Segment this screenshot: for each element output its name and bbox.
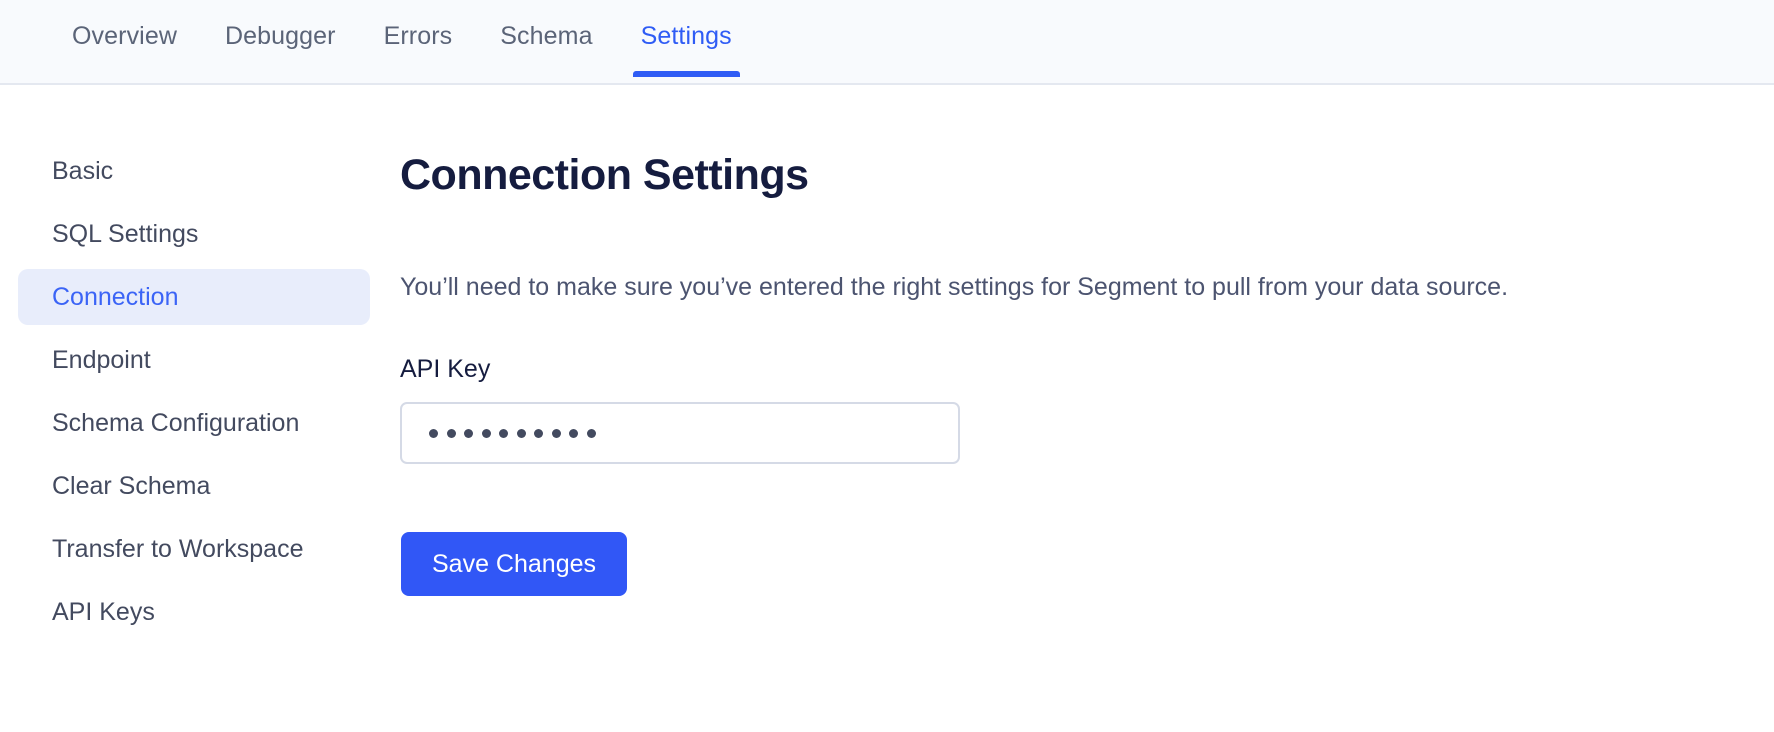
api-key-input[interactable]: [400, 402, 960, 464]
tab-errors[interactable]: Errors: [360, 0, 477, 79]
mask-dot: [586, 428, 596, 438]
tab-settings-label: Settings: [640, 22, 732, 50]
tab-debugger-label: Debugger: [225, 22, 336, 50]
sidebar-item-label: Endpoint: [52, 345, 151, 374]
tab-schema-label: Schema: [500, 22, 593, 50]
tab-overview[interactable]: Overview: [48, 0, 201, 79]
mask-dot: [569, 428, 578, 438]
mask-dot: [429, 428, 438, 438]
sidebar-item-label: Schema Configuration: [52, 408, 300, 437]
sidebar-item-schema-configuration[interactable]: Schema Configuration: [18, 395, 370, 451]
mask-dot: [481, 428, 491, 438]
mask-dot: [499, 428, 508, 438]
mask-dot: [446, 428, 456, 438]
sidebar-item-basic[interactable]: Basic: [18, 143, 370, 199]
api-key-mask-dots: [429, 428, 596, 438]
tab-overview-label: Overview: [72, 22, 177, 50]
sidebar-item-label: Basic: [52, 156, 114, 185]
api-key-label: API Key: [400, 355, 491, 383]
sidebar-item-connection[interactable]: Connection: [18, 269, 370, 325]
tab-settings[interactable]: Settings: [617, 0, 756, 79]
sidebar-item-label: Clear Schema: [52, 471, 211, 500]
tab-errors-label: Errors: [383, 22, 453, 50]
sidebar-item-label: Connection: [52, 282, 179, 311]
save-changes-button[interactable]: Save Changes: [401, 532, 628, 596]
mask-dot: [551, 428, 561, 438]
sidebar-item-transfer-to-workspace[interactable]: Transfer to Workspace: [18, 521, 370, 577]
sidebar-item-api-keys[interactable]: API Keys: [18, 584, 370, 640]
settings-main-panel: Connection Settings You’ll need to make …: [370, 143, 1774, 596]
sidebar-item-label: API Keys: [52, 597, 155, 626]
mask-dot: [516, 428, 526, 438]
sidebar-item-clear-schema[interactable]: Clear Schema: [18, 458, 370, 514]
top-tab-bar: Overview Debugger Errors Schema Settings: [0, 0, 1774, 85]
sidebar-item-sql-settings[interactable]: SQL Settings: [18, 206, 370, 262]
page-body: Basic SQL Settings Connection Endpoint S…: [0, 85, 1774, 647]
tab-debugger[interactable]: Debugger: [201, 0, 360, 79]
mask-dot: [534, 428, 543, 438]
settings-description: You’ll need to make sure you’ve entered …: [400, 273, 1509, 301]
sidebar-item-endpoint[interactable]: Endpoint: [18, 332, 370, 388]
settings-sidebar: Basic SQL Settings Connection Endpoint S…: [0, 143, 370, 647]
sidebar-item-label: SQL Settings: [52, 219, 199, 248]
mask-dot: [464, 428, 473, 438]
sidebar-item-label: Transfer to Workspace: [52, 534, 304, 563]
tab-schema[interactable]: Schema: [476, 0, 616, 79]
page-title: Connection Settings: [400, 151, 809, 199]
